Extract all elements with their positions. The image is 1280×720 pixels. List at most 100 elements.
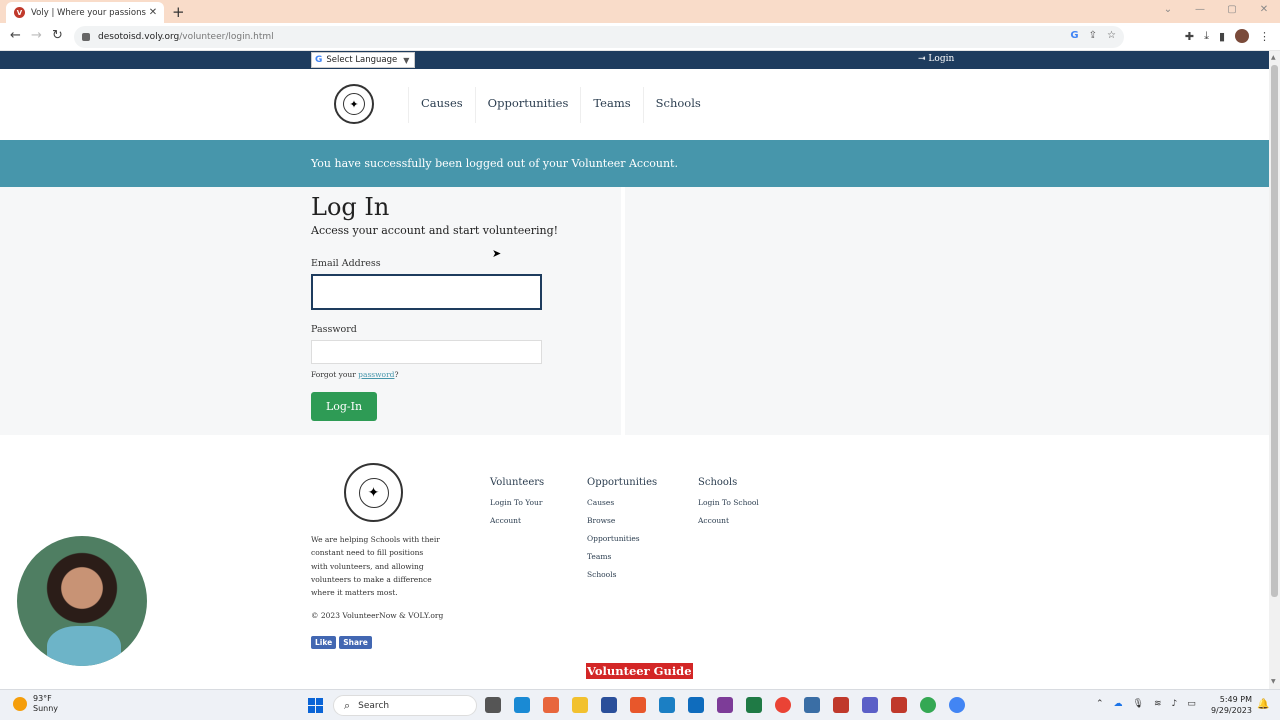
address-bar[interactable]: desotoisd.voly.org/volunteer/login.html …	[74, 26, 1124, 48]
facebook-like-button[interactable]: Like	[311, 636, 337, 649]
menu-kebab-icon[interactable]: ⋮	[1259, 30, 1270, 43]
app-icon[interactable]	[601, 697, 617, 713]
footer-col-schools: Schools Login To School Account	[698, 477, 778, 530]
top-login-label: Login	[928, 54, 955, 64]
windows-taskbar: 93°F Sunny ⌕ Search ⌃ ☁ 🎙 ≋ ♪ ▭ 5:49 PM	[0, 689, 1280, 720]
forgot-prefix: Forgot your	[311, 370, 359, 379]
language-select-label: Select Language	[326, 55, 398, 65]
onenote-icon[interactable]	[717, 697, 733, 713]
app-icon[interactable]	[659, 697, 675, 713]
webcam-overlay	[15, 534, 149, 668]
caret-down-icon: ▼	[403, 55, 410, 65]
volume-icon[interactable]: ♪	[1172, 699, 1178, 709]
teams-icon[interactable]	[862, 697, 878, 713]
facebook-share-button[interactable]: Share	[339, 636, 372, 649]
browser-tab-bar: V Voly | Where your passions and ✕ + ⌄ —…	[0, 0, 1280, 23]
bookmark-star-icon[interactable]: ☆	[1107, 30, 1116, 41]
google-icon[interactable]: G	[1070, 30, 1078, 41]
back-icon[interactable]: ←	[10, 28, 21, 43]
download-icon[interactable]: ⤓	[1204, 29, 1209, 43]
windows-start-icon[interactable]	[308, 698, 323, 713]
wifi-icon[interactable]: ≋	[1154, 699, 1162, 709]
volunteer-guide-button[interactable]: Volunteer Guide	[585, 662, 694, 680]
nav-causes[interactable]: Causes	[408, 87, 475, 123]
notification-bell-icon[interactable]: 🔔	[1257, 699, 1269, 710]
maximize-icon[interactable]: ▢	[1216, 0, 1248, 23]
browser-toolbar: ← → ↻ desotoisd.voly.org/volunteer/login…	[0, 23, 1280, 51]
forgot-password-link[interactable]: password	[358, 370, 394, 379]
chrome-icon[interactable]	[949, 697, 965, 713]
footer-col-opportunities: Opportunities Causes Browse Opportunitie…	[587, 477, 667, 584]
app-icon[interactable]	[630, 697, 646, 713]
footer-link[interactable]: Causes	[587, 494, 667, 512]
login-section: Log In Access your account and start vol…	[0, 187, 1269, 435]
webcam-shirt	[47, 626, 121, 666]
password-field[interactable]	[311, 340, 542, 364]
new-tab-icon[interactable]: +	[172, 3, 185, 21]
extensions-icon[interactable]: ✚	[1185, 30, 1194, 43]
footer-seal-logo[interactable]: ✦	[344, 463, 403, 522]
toolbar-icons: ✚ ⤓ ▮ ⋮	[1185, 29, 1270, 43]
nav-schools[interactable]: Schools	[642, 87, 713, 123]
main-nav: Causes Opportunities Teams Schools	[408, 87, 713, 123]
chrome-icon[interactable]	[775, 697, 791, 713]
close-window-icon[interactable]: ✕	[1248, 0, 1280, 23]
share-icon[interactable]: ⇪	[1089, 30, 1097, 41]
footer-link[interactable]: Teams	[587, 548, 667, 566]
scroll-down-icon[interactable]: ▼	[1271, 678, 1276, 685]
page-scrollbar[interactable]: ▲ ▼	[1269, 51, 1280, 689]
file-explorer-icon[interactable]	[572, 697, 588, 713]
excel-icon[interactable]	[746, 697, 762, 713]
taskbar-search-label: Search	[358, 700, 390, 711]
chevron-down-icon[interactable]: ⌄	[1152, 0, 1184, 23]
district-seal-logo[interactable]: ✦	[334, 84, 374, 124]
outlook-icon[interactable]	[688, 697, 704, 713]
nav-opportunities[interactable]: Opportunities	[474, 87, 581, 123]
footer-link[interactable]: Account	[698, 512, 778, 530]
footer-link[interactable]: Login To Your	[490, 494, 560, 512]
taskbar-clock[interactable]: 5:49 PM 9/29/2023	[1210, 694, 1252, 716]
voly-app-icon[interactable]	[833, 697, 849, 713]
clock-date: 9/29/2023	[1210, 706, 1252, 715]
forward-icon[interactable]: →	[31, 28, 42, 43]
column-divider	[621, 187, 625, 435]
minimize-icon[interactable]: —	[1184, 0, 1216, 23]
logout-alert: You have successfully been logged out of…	[0, 140, 1269, 187]
weather-widget[interactable]: 93°F Sunny	[13, 694, 58, 714]
login-button[interactable]: Log-In	[311, 392, 377, 421]
footer-link[interactable]: Login To School	[698, 494, 778, 512]
browser-tab[interactable]: V Voly | Where your passions and ✕	[6, 2, 164, 23]
voly-app-icon[interactable]	[891, 697, 907, 713]
microphone-icon[interactable]: 🎙	[1133, 699, 1144, 709]
onedrive-icon[interactable]: ☁	[1114, 699, 1123, 709]
task-view-icon[interactable]	[485, 697, 501, 713]
eagle-icon: ✦	[358, 477, 389, 508]
scroll-thumb[interactable]	[1271, 65, 1278, 597]
reload-icon[interactable]: ↻	[52, 28, 63, 43]
clock-time: 5:49 PM	[1219, 695, 1252, 704]
footer-link[interactable]: Schools	[587, 566, 667, 584]
side-panel-icon[interactable]: ▮	[1219, 30, 1225, 43]
mouse-cursor-icon: ➤	[492, 247, 502, 260]
app-icon[interactable]	[804, 697, 820, 713]
battery-icon[interactable]: ▭	[1187, 699, 1196, 709]
language-select[interactable]: G Select Language ▼	[311, 52, 415, 68]
nav-teams[interactable]: Teams	[580, 87, 642, 123]
firefox-icon[interactable]	[543, 697, 559, 713]
profile-avatar[interactable]	[1235, 29, 1249, 43]
url-host: desotoisd.voly.org	[98, 32, 180, 42]
top-login-link[interactable]: ⇥ Login	[918, 54, 954, 64]
edge-icon[interactable]	[514, 697, 530, 713]
taskbar-search[interactable]: ⌕ Search	[333, 695, 477, 716]
footer-description: We are helping Schools with their consta…	[311, 535, 440, 598]
footer-link[interactable]: Browse	[587, 512, 667, 530]
tab-close-icon[interactable]: ✕	[146, 7, 160, 18]
page-title: Log In	[311, 193, 390, 221]
chevron-up-icon[interactable]: ⌃	[1096, 699, 1104, 709]
footer-link[interactable]: Account	[490, 512, 560, 530]
footer-link[interactable]: Opportunities	[587, 530, 667, 548]
chrome-icon[interactable]	[920, 697, 936, 713]
email-field[interactable]	[311, 274, 542, 310]
url-path: /volunteer/login.html	[179, 32, 274, 42]
scroll-up-icon[interactable]: ▲	[1271, 54, 1276, 61]
